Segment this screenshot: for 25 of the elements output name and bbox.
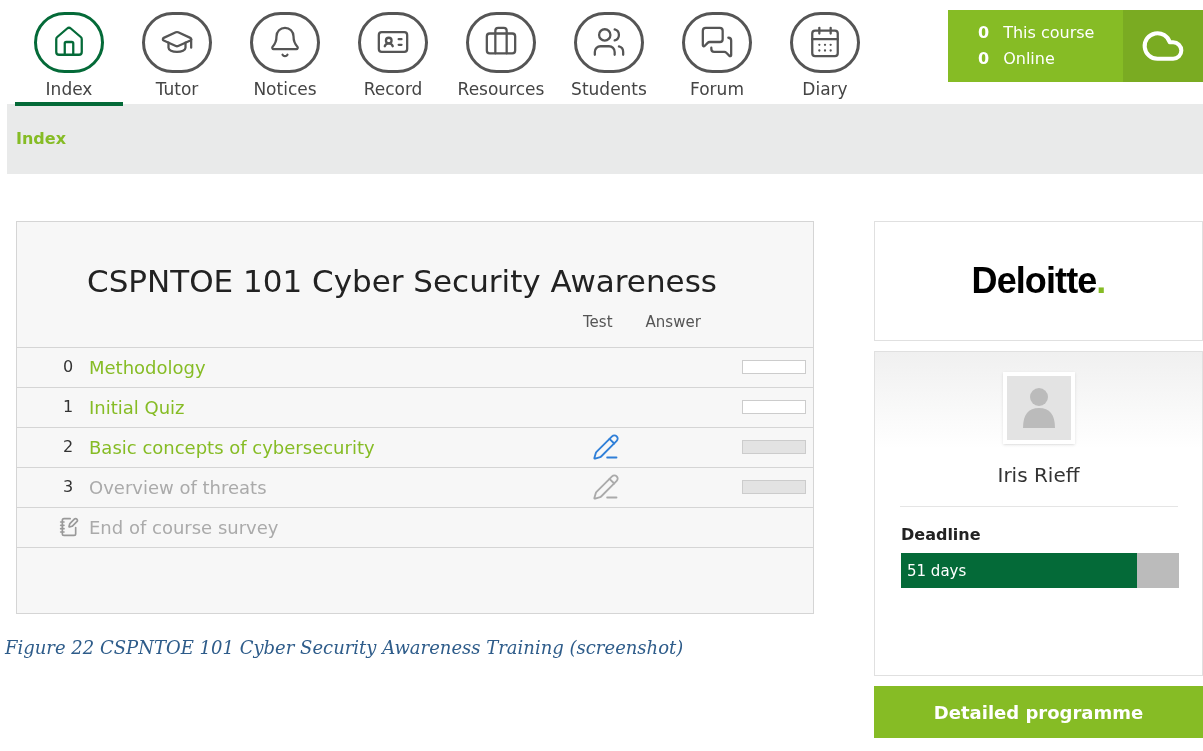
deadline-label: Deadline	[901, 524, 981, 546]
notepad-icon	[59, 517, 79, 537]
test-icon[interactable]	[592, 472, 620, 501]
unit-link: End of course survey	[89, 515, 279, 540]
bell-icon	[268, 25, 302, 60]
unit-number: 0	[62, 356, 75, 378]
user-name: Iris Rieff	[997, 462, 1080, 489]
column-header: Test	[583, 311, 613, 333]
unit-number: 3	[62, 476, 75, 498]
stat-count: 0	[978, 22, 990, 44]
calendar-icon	[808, 25, 842, 60]
stat-count: 0	[978, 48, 990, 70]
unit-number: 1	[62, 396, 75, 418]
course-title: CSPNTOE 101 Cyber Security Awareness	[86, 262, 718, 301]
stat-label: This course	[1003, 22, 1095, 44]
speech-bubbles-icon	[700, 25, 734, 60]
deadline-reading: 51 days	[907, 561, 967, 582]
person-silhouette-icon	[1020, 386, 1057, 430]
company-logo: Deloitte.	[971, 259, 1106, 303]
column-header: Answer	[645, 311, 701, 333]
unit-link: Overview of threats	[89, 475, 267, 500]
figure-caption: Figure 22 CSPNTOE 101 Cyber Security Awareness Training (screenshot)	[5, 636, 685, 660]
stat-label: Online	[1003, 48, 1055, 70]
unit-number: 2	[62, 436, 75, 458]
test-icon[interactable]	[592, 432, 620, 461]
